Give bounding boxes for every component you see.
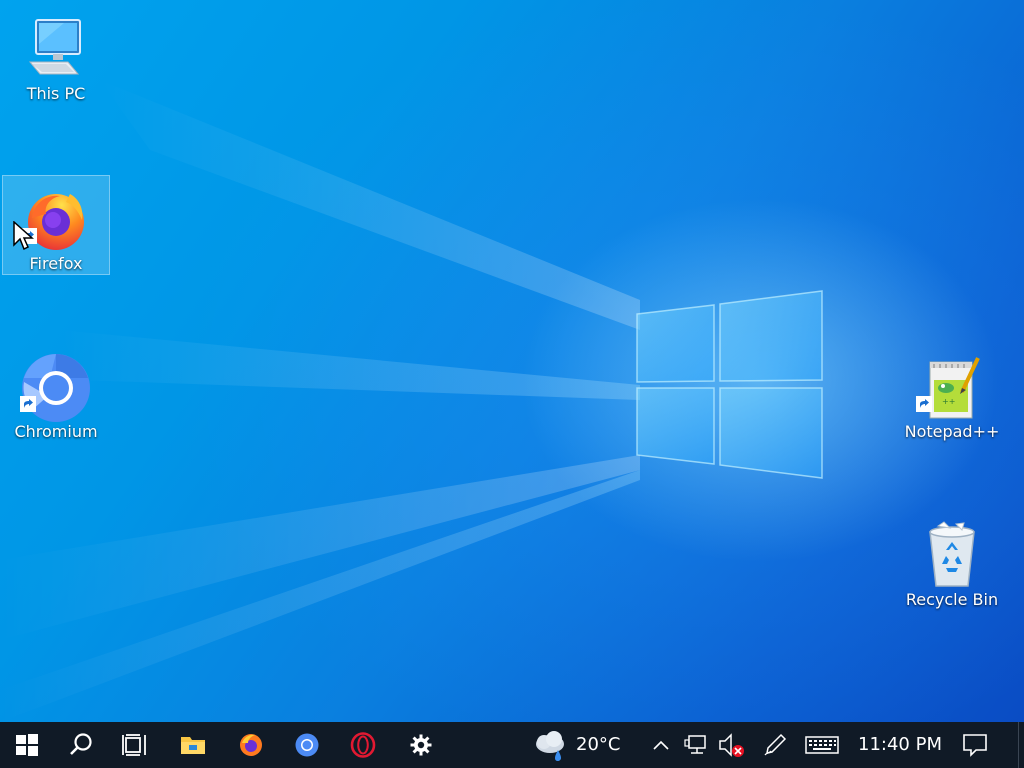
taskbar: 20°C 11:40 PM bbox=[0, 722, 1024, 768]
search-button[interactable] bbox=[54, 722, 108, 768]
volume-button[interactable] bbox=[716, 722, 746, 768]
action-center-button[interactable] bbox=[950, 722, 1000, 768]
desktop-icon-label: Chromium bbox=[14, 422, 98, 441]
cloud-rain-icon bbox=[536, 731, 564, 761]
weather-widget[interactable]: 20°C bbox=[526, 722, 630, 768]
pen-icon bbox=[764, 733, 787, 756]
weather-temperature: 20°C bbox=[576, 734, 621, 755]
desktop-icon-notepad-plus-plus[interactable]: ++ Notepad++ bbox=[898, 344, 1006, 444]
desktop-icon-this-pc[interactable]: This PC bbox=[2, 6, 110, 106]
windows-logo-wallpaper bbox=[636, 290, 823, 479]
taskbar-opera[interactable] bbox=[336, 722, 390, 768]
taskbar-file-explorer[interactable] bbox=[166, 722, 220, 768]
file-explorer-icon bbox=[181, 737, 205, 754]
show-hidden-icons-button[interactable] bbox=[648, 722, 674, 768]
notepad-plus-plus-icon: ++ bbox=[929, 357, 980, 419]
firefox-icon bbox=[240, 734, 262, 756]
recycle-bin-icon bbox=[929, 521, 975, 587]
mouse-cursor-icon bbox=[13, 221, 34, 251]
desktop-icon-chromium[interactable]: Chromium bbox=[2, 344, 110, 444]
desktop[interactable]: This PC Firefox Chromium ++ Notepad++ Re… bbox=[0, 0, 1024, 722]
chevron-up-icon bbox=[653, 740, 669, 750]
opera-icon bbox=[350, 732, 376, 758]
chromium-icon bbox=[22, 354, 90, 422]
taskbar-firefox[interactable] bbox=[224, 722, 278, 768]
network-icon bbox=[684, 735, 706, 754]
taskbar-settings[interactable] bbox=[394, 722, 448, 768]
keyboard-icon bbox=[805, 736, 839, 754]
desktop-icon-label: Notepad++ bbox=[904, 422, 1000, 441]
desktop-icon-recycle-bin[interactable]: Recycle Bin bbox=[898, 512, 1006, 612]
start-button[interactable] bbox=[0, 722, 54, 768]
shortcut-arrow-icon bbox=[916, 396, 932, 412]
task-view-button[interactable] bbox=[108, 722, 162, 768]
network-status-button[interactable] bbox=[682, 722, 712, 768]
clock[interactable]: 11:40 PM bbox=[858, 722, 942, 768]
taskbar-chromium[interactable] bbox=[280, 722, 334, 768]
desktop-icon-label: This PC bbox=[26, 84, 86, 103]
desktop-icon-label: Firefox bbox=[29, 254, 83, 273]
search-icon bbox=[70, 733, 92, 755]
chromium-icon bbox=[295, 733, 319, 757]
notification-icon bbox=[963, 734, 987, 757]
task-view-icon bbox=[122, 734, 146, 756]
settings-gear-icon bbox=[410, 734, 432, 756]
shortcut-arrow-icon bbox=[20, 396, 36, 412]
windows-start-icon bbox=[16, 734, 38, 756]
pen-workspace-button[interactable] bbox=[760, 722, 790, 768]
this-pc-icon bbox=[28, 19, 81, 75]
touch-keyboard-button[interactable] bbox=[800, 722, 844, 768]
volume-muted-icon bbox=[719, 733, 744, 757]
desktop-icon-label: Recycle Bin bbox=[905, 590, 999, 609]
show-desktop-strip[interactable] bbox=[1018, 722, 1024, 768]
svg-text:++: ++ bbox=[942, 397, 955, 406]
